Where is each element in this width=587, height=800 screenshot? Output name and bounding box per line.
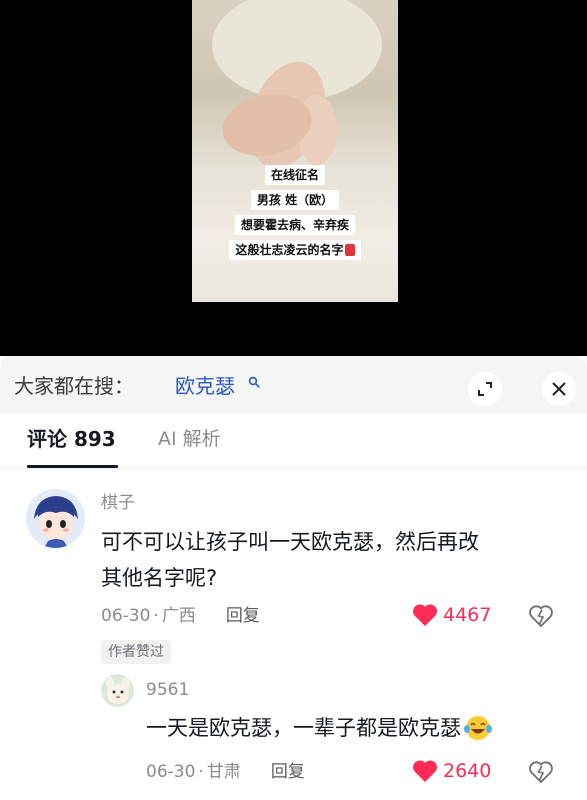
- cartoon-animal-avatar-icon: [101, 674, 134, 707]
- comment-text: 一天是欧克瑟，一辈子都是欧克瑟: [146, 716, 461, 740]
- like-button[interactable]: 2640: [412, 759, 491, 783]
- separator-dot: ·: [198, 762, 204, 782]
- avatar[interactable]: [26, 489, 85, 548]
- caption-line: 男孩 姓（欧）: [250, 190, 340, 210]
- search-icon[interactable]: [248, 376, 260, 388]
- heart-icon: [412, 760, 438, 782]
- comment-date: 06-30: [101, 606, 151, 626]
- tab-comments[interactable]: 评论 893: [27, 426, 116, 452]
- video-player[interactable]: 在线征名 男孩 姓（欧） 想要霍去病、辛弃疾 这般壮志凌云的名字: [0, 0, 587, 356]
- tab-ai-analysis[interactable]: AI 解析: [158, 426, 221, 452]
- comment-location: 广西: [161, 606, 196, 626]
- active-tab-indicator: [27, 465, 118, 468]
- caption-line-text: 这般壮志凌云的名字: [235, 243, 344, 257]
- dislike-icon[interactable]: [528, 760, 554, 784]
- search-suggestion-bar: 大家都在搜： 欧克瑟: [0, 356, 587, 414]
- separator-dot: ·: [153, 606, 159, 626]
- video-frame[interactable]: 在线征名 男孩 姓（欧） 想要霍去病、辛弃疾 这般壮志凌云的名字: [192, 0, 398, 302]
- comment-username[interactable]: 9561: [146, 679, 189, 701]
- caption-line: 想要霍去病、辛弃疾: [234, 215, 355, 235]
- like-button[interactable]: 4467: [412, 603, 491, 627]
- comment-location: 甘肃: [206, 762, 241, 782]
- video-caption: 在线征名 男孩 姓（欧） 想要霍去病、辛弃疾 这般壮志凌云的名字: [192, 165, 398, 260]
- comment-text: 可不可以让孩子叫一天欧克瑟，然后再改: [101, 530, 479, 554]
- reply-button[interactable]: 回复: [226, 605, 260, 627]
- caption-line: 这般壮志凌云的名字: [229, 240, 361, 260]
- laughing-tears-emoji: [464, 716, 492, 740]
- caption-line: 在线征名: [264, 165, 325, 185]
- expand-icon: [478, 382, 492, 396]
- comment-text-row: 一天是欧克瑟，一辈子都是欧克瑟: [146, 713, 493, 743]
- avatar[interactable]: [101, 674, 134, 707]
- search-term-link[interactable]: 欧克瑟: [175, 373, 235, 399]
- comment-text: 其他名字呢?: [101, 566, 218, 590]
- close-button[interactable]: [542, 372, 576, 406]
- reply-button[interactable]: 回复: [271, 761, 305, 783]
- search-prefix-label: 大家都在搜：: [14, 374, 134, 398]
- dislike-icon[interactable]: [528, 604, 554, 628]
- red-envelope-icon: [344, 244, 355, 256]
- close-icon: [552, 382, 566, 396]
- comment-date: 06-30: [146, 762, 196, 782]
- heart-icon: [412, 604, 438, 626]
- like-count: 4467: [443, 604, 492, 626]
- comment-tabs: 评论 893 AI 解析: [0, 414, 587, 469]
- expand-button[interactable]: [468, 372, 502, 406]
- like-count: 2640: [443, 760, 492, 782]
- comment-meta: 06-30 · 广西 回复: [101, 605, 260, 627]
- comment-meta: 06-30 · 甘肃 回复: [146, 761, 305, 783]
- anime-boy-avatar-icon: [26, 489, 85, 548]
- comment-username[interactable]: 棋子: [101, 492, 135, 514]
- author-liked-badge: 作者赞过: [101, 640, 171, 664]
